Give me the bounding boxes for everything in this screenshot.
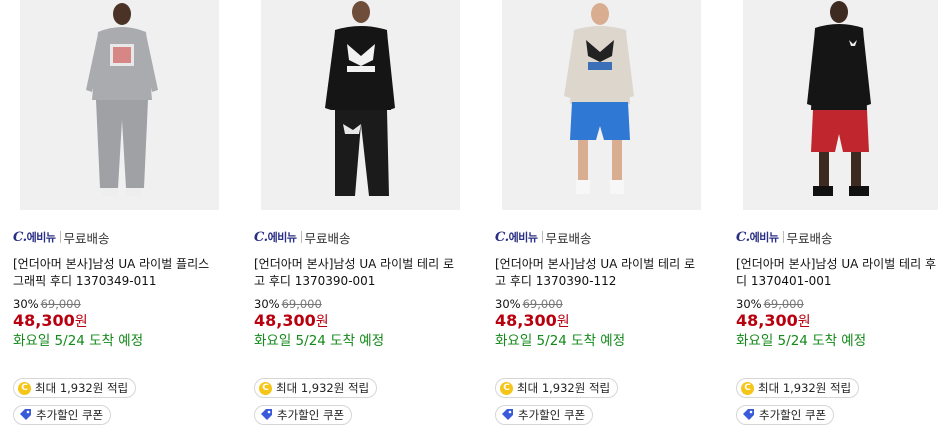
divider [782, 231, 784, 243]
seller-logo[interactable]: C.에비뉴 [254, 229, 297, 245]
discount-line: 30% 69,000 [495, 297, 563, 311]
seller-logo[interactable]: C.에비뉴 [495, 229, 538, 245]
original-price: 69,000 [281, 297, 322, 311]
product-title[interactable]: [언더아머 본사]남성 UA 라이벌 테리 로고 후디 1370390-001 [254, 256, 460, 290]
coupon-tag-icon [502, 409, 513, 420]
shipping-label: 무료배송 [786, 230, 833, 246]
coupon-label: 추가할인 쿠폰 [518, 408, 586, 422]
coin-icon: C [741, 381, 754, 395]
seller-row: C.에비뉴 무료배송 [736, 229, 833, 246]
shipping-label: 무료배송 [63, 230, 110, 246]
coupon-label: 추가할인 쿠폰 [277, 408, 345, 422]
points-label: 최대 1,932원 적립 [758, 381, 852, 395]
discount-rate: 30% [254, 297, 280, 311]
discount-rate: 30% [13, 297, 39, 311]
coupon-label: 추가할인 쿠폰 [759, 408, 827, 422]
product-title[interactable]: [언더아머 본사]남성 UA 라이벌 테리 로고 후디 1370390-112 [495, 256, 701, 290]
points-badge: C 최대 1,932원 적립 [495, 378, 619, 398]
arrival-date: 화요일 5/24 도착 예정 [495, 333, 626, 349]
coin-icon: C [259, 381, 272, 395]
discount-line: 30% 69,000 [736, 297, 804, 311]
points-label: 최대 1,932원 적립 [35, 381, 129, 395]
seller-logo[interactable]: C.에비뉴 [13, 229, 56, 245]
product-card[interactable]: C.에비뉴 무료배송 [언더아머 본사]남성 UA 라이벌 테리 로고 후디 1… [254, 0, 484, 448]
product-card[interactable]: C.에비뉴 무료배송 [언더아머 본사]남성 UA 라이벌 플리스 그래픽 후디… [13, 0, 243, 448]
product-image[interactable] [743, 0, 938, 210]
coupon-badge[interactable]: 추가할인 쿠폰 [736, 405, 835, 425]
discount-line: 30% 69,000 [254, 297, 322, 311]
discount-line: 30% 69,000 [13, 297, 81, 311]
product-image[interactable] [261, 0, 460, 210]
discount-rate: 30% [495, 297, 521, 311]
shipping-label: 무료배송 [545, 230, 592, 246]
coin-icon: C [18, 381, 31, 395]
shipping-label: 무료배송 [304, 230, 351, 246]
coupon-badge[interactable]: 추가할인 쿠폰 [254, 405, 353, 425]
points-badge: C 최대 1,932원 적립 [13, 378, 137, 398]
sale-price: 48,300원 [495, 311, 570, 330]
coupon-tag-icon [20, 409, 31, 420]
coupon-tag-icon [261, 409, 272, 420]
seller-logo[interactable]: C.에비뉴 [736, 229, 779, 245]
divider [541, 231, 543, 243]
points-label: 최대 1,932원 적립 [517, 381, 611, 395]
divider [59, 231, 61, 243]
points-label: 최대 1,932원 적립 [276, 381, 370, 395]
points-badge: C 최대 1,932원 적립 [254, 378, 378, 398]
original-price: 69,000 [40, 297, 81, 311]
points-badge: C 최대 1,932원 적립 [736, 378, 860, 398]
product-title[interactable]: [언더아머 본사]남성 UA 라이벌 테리 후디 1370401-001 [736, 256, 938, 290]
original-price: 69,000 [763, 297, 804, 311]
sale-price: 48,300원 [254, 311, 329, 330]
product-card[interactable]: C.에비뉴 무료배송 [언더아머 본사]남성 UA 라이벌 테리 로고 후디 1… [495, 0, 725, 448]
discount-rate: 30% [736, 297, 762, 311]
coupon-tag-icon [743, 409, 754, 420]
coupon-badge[interactable]: 추가할인 쿠폰 [495, 405, 594, 425]
arrival-date: 화요일 5/24 도착 예정 [736, 333, 867, 349]
coupon-badge[interactable]: 추가할인 쿠폰 [13, 405, 112, 425]
product-image[interactable] [502, 0, 701, 210]
product-card[interactable]: C.에비뉴 무료배송 [언더아머 본사]남성 UA 라이벌 테리 후디 1370… [736, 0, 938, 448]
original-price: 69,000 [522, 297, 563, 311]
product-title[interactable]: [언더아머 본사]남성 UA 라이벌 플리스 그래픽 후디 1370349-01… [13, 256, 219, 290]
sale-price: 48,300원 [13, 311, 88, 330]
arrival-date: 화요일 5/24 도착 예정 [254, 333, 385, 349]
arrival-date: 화요일 5/24 도착 예정 [13, 333, 144, 349]
seller-row: C.에비뉴 무료배송 [254, 229, 351, 246]
seller-row: C.에비뉴 무료배송 [13, 229, 110, 246]
coin-icon: C [500, 381, 513, 395]
sale-price: 48,300원 [736, 311, 811, 330]
product-image[interactable] [20, 0, 219, 210]
seller-row: C.에비뉴 무료배송 [495, 229, 592, 246]
divider [300, 231, 302, 243]
coupon-label: 추가할인 쿠폰 [36, 408, 104, 422]
